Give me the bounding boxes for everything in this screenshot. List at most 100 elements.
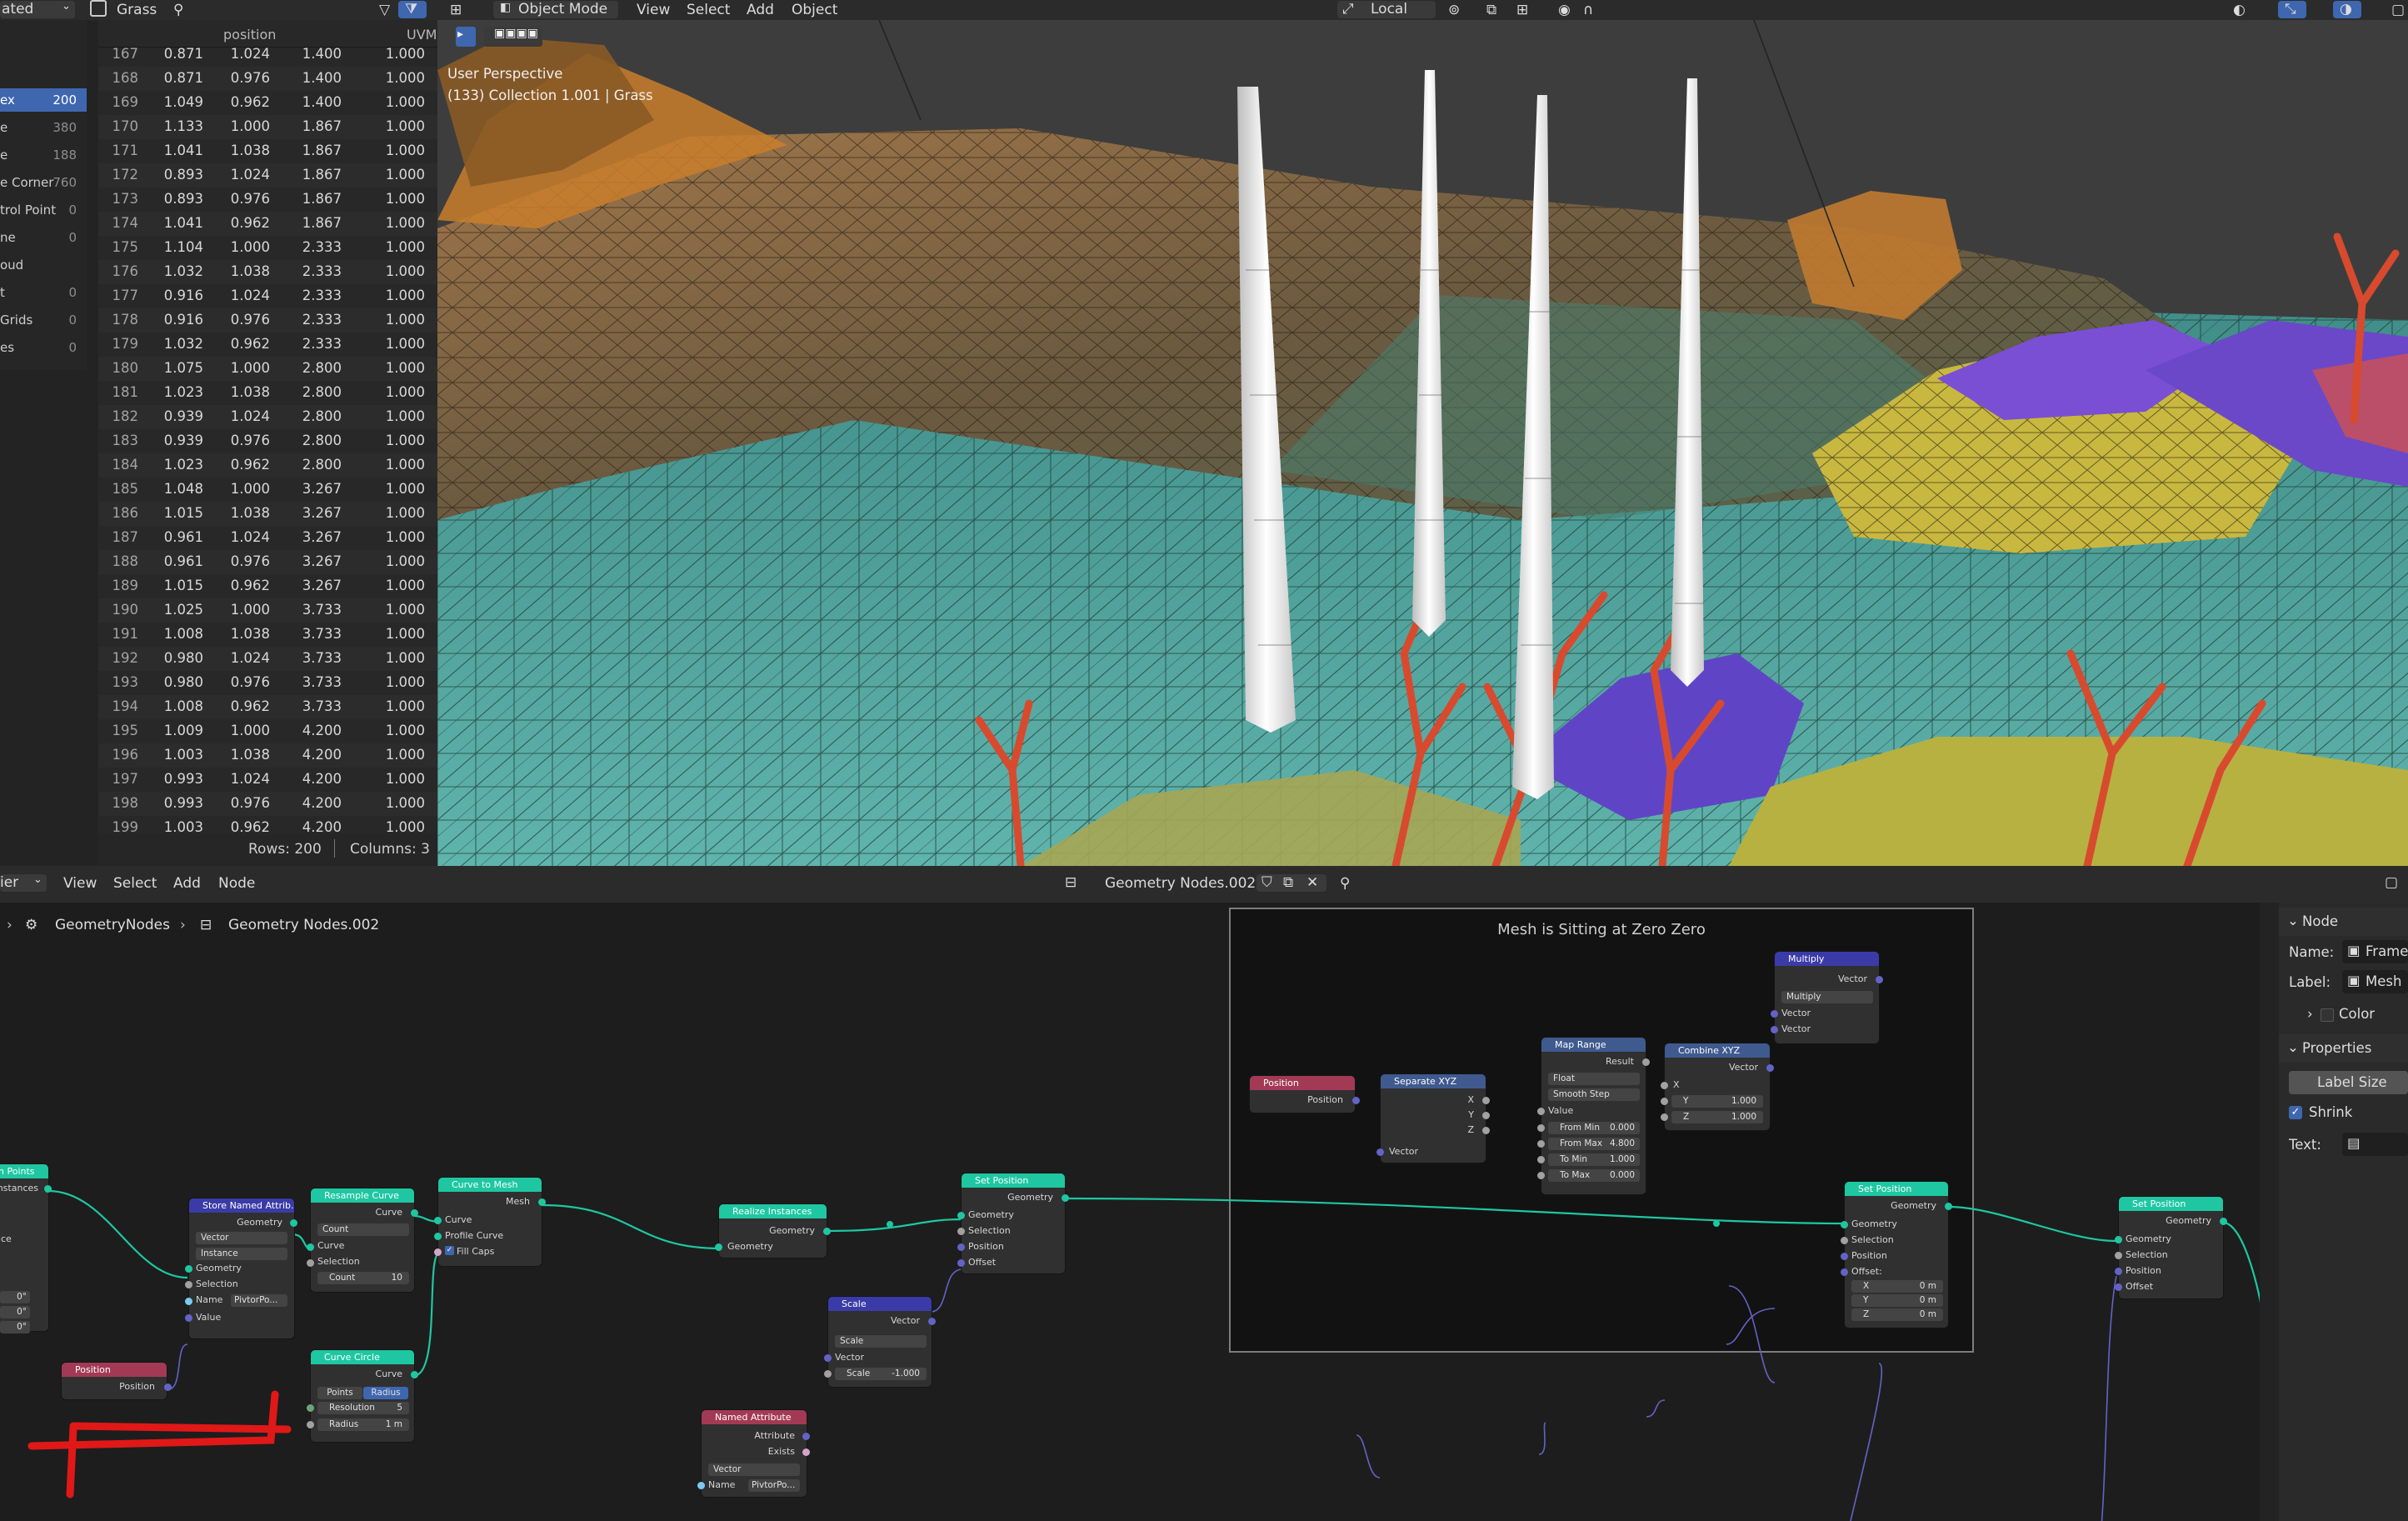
socket-y-out[interactable] <box>1482 1112 1490 1119</box>
operation-dropdown[interactable]: Multiply <box>1781 991 1873 1003</box>
socket-vector-in[interactable] <box>1376 1148 1384 1156</box>
node-set-position[interactable]: Set Position Geometry Geometry Selection… <box>957 1173 1069 1273</box>
node-separate-xyz[interactable]: Separate XYZ X Y Z Vector <box>1376 1074 1490 1163</box>
node-store-named-attribute[interactable]: Store Named Attrib... Geometry Vector In… <box>185 1198 297 1338</box>
socket-selection-in[interactable] <box>1841 1237 1848 1244</box>
attribute-name-field[interactable]: PivtorPo... <box>748 1479 800 1492</box>
socket-fill-caps-in[interactable] <box>434 1248 442 1256</box>
node-curve-to-mesh[interactable]: Curve to Mesh Mesh Curve Profile Curve ✓… <box>434 1178 546 1266</box>
menu-object[interactable]: Object <box>792 2 837 18</box>
color-checkbox[interactable] <box>2321 1008 2334 1022</box>
fill-caps-checkbox[interactable]: ✓ <box>445 1246 454 1255</box>
socket-attribute-out[interactable] <box>802 1433 810 1440</box>
socket-offset-in[interactable] <box>1841 1268 1848 1276</box>
socket-geometry-in[interactable] <box>957 1212 965 1219</box>
node-set-position[interactable]: Set Position Geometry Geometry Selection… <box>2115 1197 2227 1298</box>
3d-viewport[interactable]: User Perspective (133) Collection 1.001 … <box>437 20 2408 866</box>
socket-offset-in[interactable] <box>2115 1283 2122 1291</box>
domain-item[interactable]: t0 <box>0 281 87 304</box>
pivot-icon[interactable]: ⊚ <box>1448 2 1460 18</box>
offset-z-field[interactable]: Z 0 m <box>1851 1308 1943 1321</box>
node-named-attribute[interactable]: Named Attribute Attribute Exists Vector … <box>697 1410 810 1497</box>
domain-item[interactable]: ex 200 <box>0 88 87 112</box>
proportional-edit-icon[interactable]: ◉ <box>1558 2 1571 18</box>
select-mode-icons[interactable]: ▣▣▣▣ <box>494 27 538 40</box>
socket-geometry-in[interactable] <box>715 1243 722 1251</box>
socket-name-in[interactable] <box>697 1482 705 1489</box>
socket-selection-in[interactable] <box>2115 1252 2122 1259</box>
snap-target-icon[interactable]: ⊞ <box>1516 2 1528 18</box>
socket-position-out[interactable] <box>164 1383 172 1391</box>
duplicate-icon[interactable]: ⧉ <box>1283 874 1293 891</box>
socket-selection-in[interactable] <box>185 1281 192 1288</box>
socket-value-in[interactable] <box>185 1314 192 1322</box>
rotation-x-field[interactable]: 0° <box>0 1291 30 1303</box>
y-field[interactable]: Y 1.000 <box>1671 1095 1763 1108</box>
node-combine-xyz[interactable]: Combine XYZ Vector X Y 1.000 Z 1.000 <box>1661 1043 1774 1130</box>
close-icon[interactable]: ✕ <box>1306 874 1318 891</box>
domain-item[interactable]: es 0 <box>0 336 87 359</box>
visibility-icon[interactable]: ◐ <box>2233 2 2246 18</box>
socket-from-max-in[interactable] <box>1537 1140 1545 1148</box>
mode-radius-tab[interactable]: Radius <box>363 1387 408 1399</box>
socket-selection-in[interactable] <box>307 1259 314 1267</box>
mode-points-tab[interactable]: Points <box>317 1387 362 1399</box>
socket-name-in[interactable] <box>185 1298 192 1305</box>
pin-icon[interactable]: ⚲ <box>1340 875 1350 892</box>
menu-add[interactable]: Add <box>747 2 774 18</box>
select-box-icon[interactable]: ▸ <box>457 28 463 41</box>
socket-vector-in[interactable] <box>824 1354 832 1362</box>
socket-curve-in[interactable] <box>307 1243 314 1251</box>
node-realize-instances[interactable]: Realize Instances Geometry Geometry <box>715 1204 831 1258</box>
xray-icon[interactable]: ▢ <box>2391 2 2405 18</box>
editor-type-icon[interactable]: ⊞ <box>450 2 462 18</box>
socket-to-min-in[interactable] <box>1537 1156 1545 1163</box>
selection-mode-dropdown[interactable]: ated ⌄ <box>0 0 75 18</box>
node-menu-select[interactable]: Select <box>113 875 157 892</box>
socket-vector-out[interactable] <box>1766 1064 1774 1072</box>
overlay-toggle[interactable]: ◑ <box>2333 1 2361 18</box>
properties-panel-header[interactable]: ⌄ Properties <box>2279 1034 2408 1063</box>
socket-exists-out[interactable] <box>802 1448 810 1456</box>
snap-icon[interactable]: ⧉ <box>1486 2 1496 18</box>
attribute-name-field[interactable]: PivtorPo... <box>231 1294 287 1307</box>
shrink-checkbox[interactable]: ✓ <box>2289 1106 2302 1119</box>
socket-z-in[interactable] <box>1661 1113 1668 1121</box>
socket-position-in[interactable] <box>2115 1268 2122 1275</box>
socket-geometry-in[interactable] <box>185 1265 192 1273</box>
socket-radius-in[interactable] <box>307 1421 314 1428</box>
filter-toggle[interactable]: ⧩ <box>398 1 427 18</box>
domain-item[interactable]: e Corner 760 <box>0 171 87 194</box>
menu-view[interactable]: View <box>637 2 670 18</box>
mode-dropdown[interactable]: ◧ Object Mode <box>493 1 618 18</box>
socket-x-out[interactable] <box>1482 1097 1490 1104</box>
column-header-position[interactable]: position <box>223 27 276 43</box>
socket-curve-in[interactable] <box>434 1217 442 1224</box>
color-subpanel[interactable]: › Color <box>2279 1000 2408 1028</box>
node-curve-circle[interactable]: Curve Circle Curve Points Radius Resolut… <box>307 1350 418 1442</box>
node-menu-node[interactable]: Node <box>218 875 255 892</box>
to-min-field[interactable]: To Min 1.000 <box>1548 1153 1640 1166</box>
data-type-dropdown[interactable]: Vector <box>196 1232 287 1244</box>
socket-position-in[interactable] <box>1841 1253 1848 1260</box>
from-max-field[interactable]: From Max 4.800 <box>1548 1138 1640 1150</box>
socket-x-in[interactable] <box>1661 1082 1668 1089</box>
domain-item[interactable]: trol Point 0 <box>0 198 87 222</box>
socket-scale-in[interactable] <box>824 1370 832 1378</box>
rotation-z-field[interactable]: 0° <box>0 1321 30 1333</box>
label-field[interactable]: ▣ Mesh <box>2342 970 2408 993</box>
socket-vector-out[interactable] <box>928 1318 936 1325</box>
sidebar-toggle-icon[interactable]: ▢ <box>2385 874 2398 891</box>
node-set-position[interactable]: Set Position Geometry Geometry Selection… <box>1841 1182 1952 1328</box>
data-type-dropdown[interactable]: Vector <box>708 1463 800 1476</box>
domain-item[interactable]: oud <box>0 253 87 277</box>
socket-z-out[interactable] <box>1482 1127 1490 1134</box>
from-min-field[interactable]: From Min 0.000 <box>1548 1122 1640 1134</box>
resolution-field[interactable]: Resolution 5 <box>317 1402 409 1414</box>
socket-geometry-in[interactable] <box>1841 1221 1848 1228</box>
socket-curve-out[interactable] <box>411 1371 418 1378</box>
socket-selection-in[interactable] <box>957 1228 965 1235</box>
socket-geometry-in[interactable] <box>2115 1236 2122 1243</box>
rotation-y-field[interactable]: 0° <box>0 1306 30 1318</box>
socket-geometry-out[interactable] <box>1945 1203 1952 1210</box>
